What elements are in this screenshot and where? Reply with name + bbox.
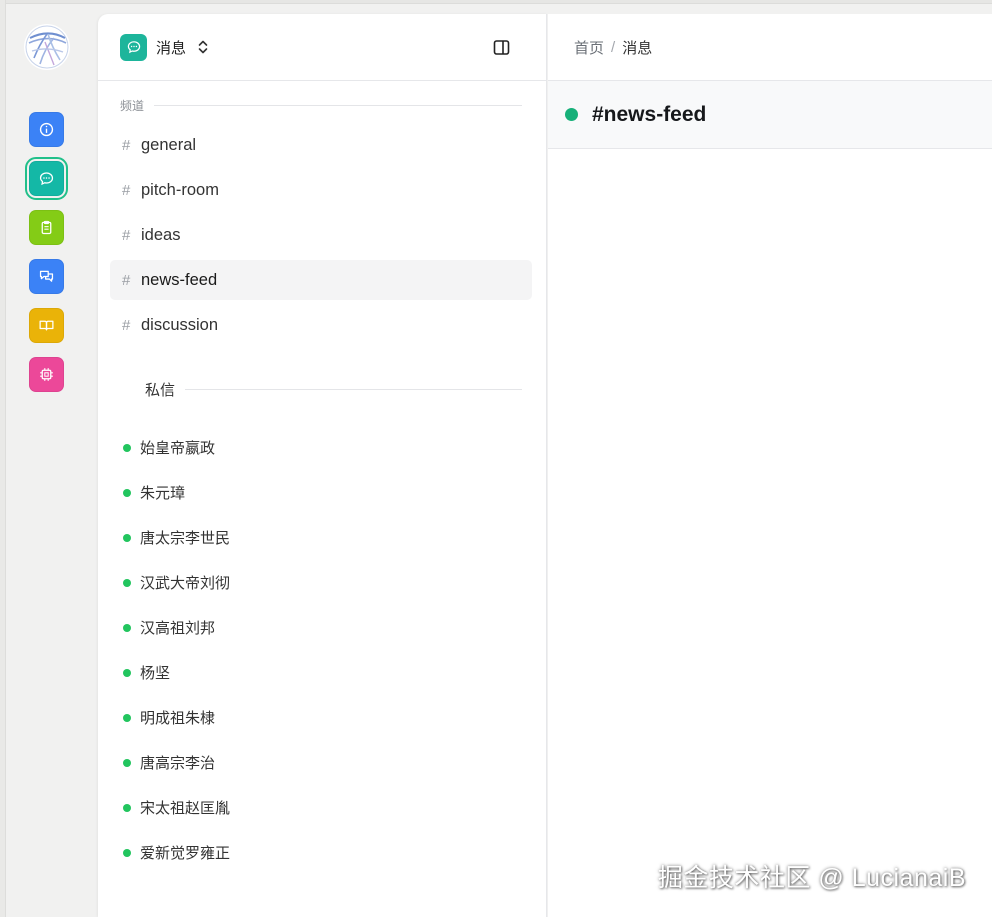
rail-book-button[interactable] bbox=[29, 308, 64, 343]
channel-name: pitch-room bbox=[141, 180, 219, 199]
dm-item[interactable]: 唐太宗李世民 bbox=[98, 515, 546, 560]
dm-name: 宋太祖赵匡胤 bbox=[140, 800, 231, 817]
channel-header: #news-feed bbox=[548, 81, 992, 149]
logo-icon bbox=[25, 25, 69, 69]
dm-name: 杨坚 bbox=[140, 665, 171, 682]
info-icon bbox=[39, 122, 54, 137]
dm-section-label: 私信 bbox=[120, 367, 524, 412]
window-left-edge bbox=[0, 0, 6, 917]
rail-chip-button[interactable] bbox=[29, 357, 64, 392]
section-divider bbox=[185, 389, 522, 390]
hash-icon: # bbox=[122, 226, 131, 244]
breadcrumb-separator: / bbox=[611, 38, 616, 56]
app-switcher-icon[interactable] bbox=[120, 33, 147, 61]
dm-name: 爱新觉罗雍正 bbox=[140, 845, 231, 862]
online-status-dot bbox=[123, 848, 131, 857]
online-status-dot bbox=[123, 623, 131, 632]
main-content: 首页 / 消息 #news-feed bbox=[548, 14, 992, 917]
chip-icon bbox=[40, 368, 53, 381]
dm-name: 唐太宗李世民 bbox=[140, 530, 231, 547]
dm-item[interactable]: 宋太祖赵匡胤 bbox=[98, 785, 546, 830]
clipboard-icon bbox=[41, 220, 52, 235]
channel-item-discussion[interactable]: # discussion bbox=[110, 305, 532, 345]
breadcrumb: 首页 / 消息 bbox=[548, 14, 992, 81]
chevron-up-down-icon[interactable] bbox=[196, 39, 210, 55]
channel-list: # general # pitch-room # ideas # news-feed # disc… bbox=[98, 125, 546, 345]
dm-item[interactable]: 爱新觉罗雍正 bbox=[98, 830, 546, 875]
channel-status-dot bbox=[565, 108, 578, 121]
breadcrumb-current: 消息 bbox=[622, 39, 653, 57]
chat-bubbles-icon bbox=[39, 270, 54, 282]
online-status-dot bbox=[123, 488, 131, 497]
sidebar-toggle-icon[interactable] bbox=[493, 39, 510, 56]
hash-icon: # bbox=[122, 271, 131, 289]
channel-item-ideas[interactable]: # ideas bbox=[110, 215, 532, 255]
dm-item[interactable]: 汉高祖刘邦 bbox=[98, 605, 546, 650]
hash-icon: # bbox=[122, 136, 131, 154]
dm-item[interactable]: 杨坚 bbox=[98, 650, 546, 695]
online-status-dot bbox=[123, 803, 131, 812]
online-status-dot bbox=[123, 713, 131, 722]
online-status-dot bbox=[123, 443, 131, 452]
dm-item[interactable]: 汉武大帝刘彻 bbox=[98, 560, 546, 605]
dm-item[interactable]: 朱元璋 bbox=[98, 470, 546, 515]
book-icon bbox=[39, 320, 54, 331]
app-switcher-title[interactable]: 消息 bbox=[156, 37, 186, 58]
dm-name: 明成祖朱棣 bbox=[140, 710, 216, 727]
online-status-dot bbox=[123, 668, 131, 677]
channel-title: #news-feed bbox=[592, 102, 707, 126]
channels-label-text: 频道 bbox=[120, 98, 145, 113]
channel-name: discussion bbox=[141, 315, 219, 334]
online-status-dot bbox=[123, 578, 131, 587]
message-icon bbox=[39, 172, 54, 186]
dm-name: 汉高祖刘邦 bbox=[140, 620, 216, 637]
dm-name: 唐高宗李治 bbox=[140, 755, 216, 772]
dm-name: 始皇帝嬴政 bbox=[140, 440, 216, 457]
dm-name: 朱元璋 bbox=[140, 485, 186, 502]
hash-icon: # bbox=[122, 181, 131, 199]
section-divider bbox=[154, 104, 522, 106]
window-top-strip bbox=[0, 0, 992, 4]
dm-item[interactable]: 明成祖朱棣 bbox=[98, 695, 546, 740]
rail-clipboard-button[interactable] bbox=[29, 210, 64, 245]
app-logo[interactable] bbox=[24, 24, 70, 70]
online-status-dot bbox=[123, 533, 131, 542]
channel-sidebar: 消息 频道 # general # pitch-room # ideas # news-fee… bbox=[98, 14, 547, 917]
dm-item[interactable]: 唐高宗李治 bbox=[98, 740, 546, 785]
channel-item-news-feed[interactable]: # news-feed bbox=[110, 260, 532, 300]
rail-messages-button[interactable] bbox=[25, 157, 68, 200]
rail-chat-button[interactable] bbox=[29, 259, 64, 294]
dm-label-text: 私信 bbox=[145, 382, 176, 399]
dm-item[interactable]: 始皇帝嬴政 bbox=[98, 425, 546, 470]
dm-list: 始皇帝嬴政朱元璋唐太宗李世民 汉武大帝刘彻 汉高祖刘邦杨坚明成祖朱棣唐高宗李治宋太祖… bbox=[98, 425, 546, 875]
channel-item-general[interactable]: # general bbox=[110, 125, 532, 165]
icon-rail bbox=[8, 4, 88, 917]
sidebar-header: 消息 bbox=[98, 14, 546, 81]
channel-name: general bbox=[141, 135, 197, 154]
channel-name: news-feed bbox=[141, 270, 218, 289]
online-status-dot bbox=[123, 758, 131, 767]
channels-section-label: 频道 bbox=[120, 95, 524, 115]
message-area bbox=[548, 149, 992, 909]
dm-name: 汉武大帝刘彻 bbox=[140, 575, 231, 592]
breadcrumb-home[interactable]: 首页 bbox=[574, 37, 604, 58]
rail-info-button[interactable] bbox=[29, 112, 64, 147]
hash-icon: # bbox=[122, 316, 131, 334]
channel-name: ideas bbox=[141, 225, 181, 244]
message-icon bbox=[127, 41, 140, 54]
watermark: 掘金技术社区 @ LucianaiB bbox=[657, 864, 966, 892]
channel-item-pitch-room[interactable]: # pitch-room bbox=[110, 170, 532, 210]
